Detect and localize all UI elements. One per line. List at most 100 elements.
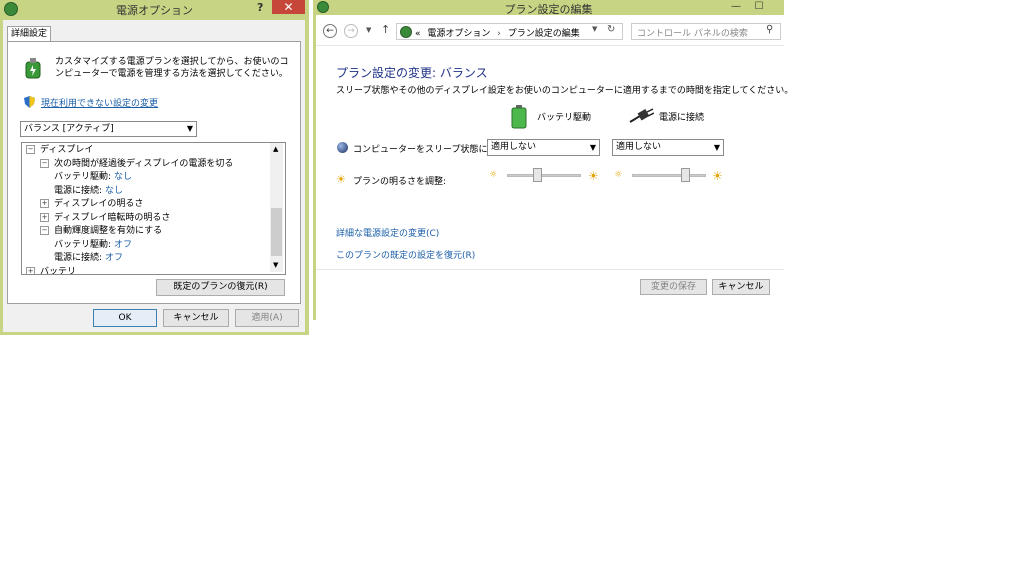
breadcrumb-overflow[interactable]: « [415,29,421,39]
tree-item-label: 電源に接続: [54,253,103,263]
brightness-high-icon: ☀ [712,169,723,183]
search-input[interactable]: コントロール パネルの検索 ⚲ [631,23,781,40]
tree-item-value[interactable]: なし [114,172,132,182]
restore-plan-defaults-link[interactable]: このプランの既定の設定を復元(R) [336,248,475,261]
plan-select[interactable]: バランス [アクティブ] ▼ [20,121,197,137]
dialog-titlebar[interactable]: 電源オプション ? ✕ [0,0,309,18]
divider [316,269,784,270]
restore-default-plan-button[interactable]: 既定のプランの復元(R) [156,279,285,296]
tree-scroll-thumb[interactable] [271,208,282,256]
brightness-plugged-slider[interactable] [680,168,690,182]
search-icon[interactable]: ⚲ [766,24,773,35]
page-subtitle: スリープ状態やその他のディスプレイ設定をお使いのコンピューターに適用するまでの時… [336,86,794,96]
change-unavailable-settings-link[interactable]: 現在利用できない設定の変更 [41,96,158,109]
collapse-icon[interactable]: − [26,145,35,154]
tree-item-label: ディスプレイ [40,145,94,155]
breadcrumb-separator-icon: › [497,29,501,39]
window-border [313,15,316,320]
tree-item[interactable]: バッテリ駆動: なし [54,171,132,184]
address-bar[interactable]: « 電源オプション › プラン設定の編集 ▼ ↻ [396,23,623,40]
breadcrumb-edit-plan[interactable]: プラン設定の編集 [508,29,580,39]
power-plan-icon [22,56,44,80]
tree-item-value[interactable]: オフ [105,253,123,263]
brightness-low-icon: ☼ [489,170,498,180]
tree-item[interactable]: + バッテリ [26,266,77,275]
tree-item[interactable]: − 次の時間が経過後ディスプレイの電源を切る [40,158,233,171]
tree-item[interactable]: バッテリ駆動: オフ [54,239,132,252]
chevron-down-icon: ▼ [713,143,720,152]
minimize-button[interactable]: — [728,0,744,14]
scroll-down-icon[interactable]: ▼ [273,261,278,269]
search-placeholder: コントロール パネルの検索 [637,29,748,39]
tree-item[interactable]: + ディスプレイの明るさ [40,198,143,211]
collapse-icon[interactable]: − [40,226,49,235]
tree-item[interactable]: − 自動輝度調整を有効にする [40,225,162,238]
refresh-icon[interactable]: ↻ [607,24,615,35]
brightness-battery-slider[interactable] [533,168,542,182]
advanced-power-settings-link[interactable]: 詳細な電源設定の変更(C) [336,226,439,239]
tree-item-value[interactable]: なし [105,186,123,196]
tree-item-label: ディスプレイの明るさ [54,199,144,209]
tree-item-label: 自動輝度調整を有効にする [54,226,163,236]
battery-icon [511,105,527,129]
tree-item-label: バッテリ [40,266,77,275]
brightness-plugged-track[interactable] [632,174,706,177]
recent-pages-icon[interactable]: ▼ [366,26,371,34]
expand-icon[interactable]: + [40,212,49,222]
tree-item-label: 次の時間が経過後ディスプレイの電源を切る [54,158,234,169]
breadcrumb-power-options[interactable]: 電源オプション [427,29,490,39]
forward-icon[interactable]: → [344,24,358,38]
sleep-battery-select[interactable]: 適用しない ▼ [487,139,600,156]
brightness-high-icon: ☀ [588,169,599,183]
settings-tree[interactable]: − ディスプレイ − 次の時間が経過後ディスプレイの電源を切る バッテリ駆動: なし 電源に… [21,142,286,275]
sleep-plugged-select[interactable]: 適用しない ▼ [612,139,724,156]
sleep-label: コンピューターをスリープ状態にする: [353,145,509,155]
save-changes-button[interactable]: 変更の保存 [640,279,707,295]
back-icon[interactable]: ← [323,24,337,38]
power-plug-icon [628,108,655,124]
expand-icon[interactable]: + [26,266,35,274]
plugged-in-column-label: 電源に接続 [659,113,705,123]
brightness-battery-track[interactable] [507,174,581,177]
battery-column-label: バッテリ駆動 [537,113,592,123]
collapse-icon[interactable]: − [40,158,49,168]
chevron-down-icon: ▼ [589,143,596,152]
scroll-up-icon[interactable]: ▲ [273,145,278,153]
control-panel-icon [400,26,412,38]
tree-item-label: ディスプレイ暗転時の明るさ [54,212,171,223]
up-icon[interactable]: ↑ [381,23,390,36]
maximize-button[interactable]: ☐ [751,0,767,14]
apply-button[interactable]: 適用(A) [235,309,299,327]
tree-item[interactable]: 電源に接続: オフ [54,252,123,265]
tree-item-label: 電源に接続: [54,185,103,196]
tree-item-label: バッテリ駆動: [54,239,112,250]
brightness-sun-icon: ☀ [336,173,346,186]
brightness-label: プランの明るさを調整: [353,177,447,187]
dialog-description: カスタマイズする電源プランを選択してから、お使いのコンピューターで電源を管理する… [55,57,289,79]
help-button[interactable]: ? [257,1,263,14]
expand-icon[interactable]: + [40,199,49,208]
shield-icon [24,96,35,108]
close-button[interactable]: ✕ [272,0,305,14]
cancel-button[interactable]: キャンセル [163,309,229,327]
chevron-down-icon: ▼ [186,124,193,133]
ok-button[interactable]: OK [93,309,157,327]
tree-item[interactable]: − ディスプレイ [26,144,93,157]
tree-item-label: バッテリ駆動: [54,172,112,182]
brightness-low-icon: ☼ [614,170,623,180]
window-title: プラン設定の編集 [504,3,593,16]
sleep-plugged-value: 適用しない [616,142,662,152]
tree-item[interactable]: + ディスプレイ暗転時の明るさ [40,212,170,225]
divider [316,45,784,46]
tree-item[interactable]: 電源に接続: なし [54,185,123,198]
page-heading: プラン設定の変更: バランス [336,66,488,80]
tab-advanced-settings[interactable]: 詳細設定 [7,26,51,42]
sleep-moon-icon [337,142,348,153]
plan-select-value: バランス [アクティブ] [24,124,114,134]
edit-plan-settings-window: プラン設定の編集 — ☐ [313,0,784,320]
tree-item-value[interactable]: オフ [114,240,132,250]
breadcrumb: « 電源オプション › プラン設定の編集 [415,26,580,39]
window-titlebar[interactable]: プラン設定の編集 — ☐ [313,0,784,16]
window-cancel-button[interactable]: キャンセル [712,279,770,295]
address-dropdown-icon[interactable]: ▼ [592,25,597,33]
